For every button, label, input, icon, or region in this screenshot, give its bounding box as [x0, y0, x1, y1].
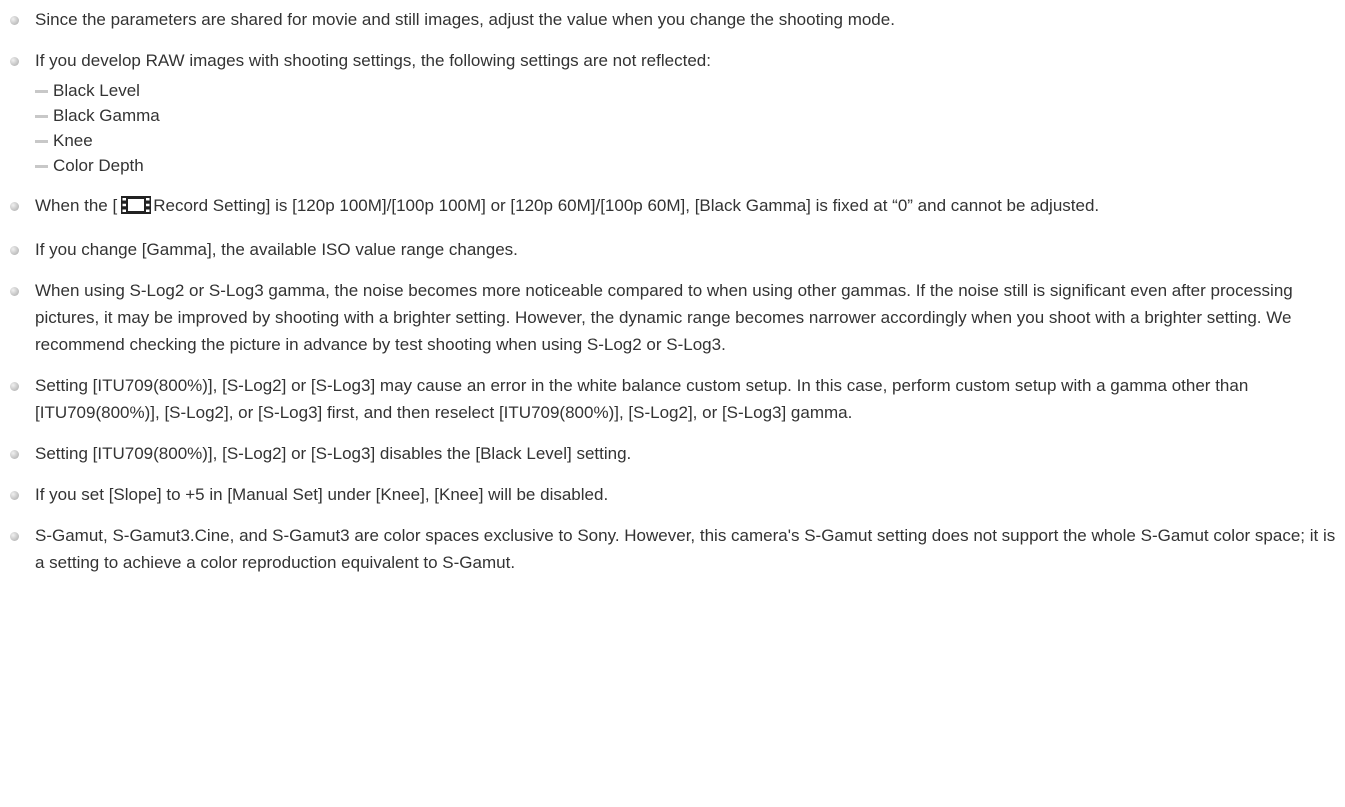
- note-item: Setting [ITU709(800%)], [S-Log2] or [S-L…: [0, 440, 1345, 467]
- sub-item-text: Black Level: [53, 81, 140, 100]
- dash-icon: [35, 115, 48, 118]
- bullet-icon: [10, 491, 19, 500]
- notes-list: Since the parameters are shared for movi…: [0, 6, 1345, 590]
- movie-film-icon: [121, 195, 152, 222]
- sub-item-text: Knee: [53, 131, 93, 150]
- note-text: Setting [ITU709(800%)], [S-Log2] or [S-L…: [35, 376, 1249, 422]
- note-text-end: Record Setting] is [120p 100M]/[100p 100…: [153, 196, 1100, 215]
- bullet-icon: [10, 57, 19, 66]
- sub-list-item: Black Gamma: [35, 103, 1337, 128]
- note-text-start: When the [: [35, 196, 118, 215]
- bullet-icon: [10, 202, 19, 211]
- sub-list-item: Knee: [35, 128, 1337, 153]
- dash-icon: [35, 140, 48, 143]
- note-text: S-Gamut, S-Gamut3.Cine, and S-Gamut3 are…: [35, 526, 1336, 572]
- note-text: Setting [ITU709(800%)], [S-Log2] or [S-L…: [35, 444, 632, 463]
- sub-list-item: Color Depth: [35, 153, 1337, 178]
- bullet-icon: [10, 532, 19, 541]
- note-item: When the [ Record Setting] is [120p 100M]…: [0, 192, 1345, 222]
- note-item: If you set [Slope] to +5 in [Manual Set]…: [0, 481, 1345, 508]
- note-item: If you change [Gamma], the available ISO…: [0, 236, 1345, 263]
- bullet-icon: [10, 16, 19, 25]
- note-text: If you develop RAW images with shooting …: [35, 51, 711, 70]
- sub-list-item: Black Level: [35, 78, 1337, 103]
- unreflected-settings-list: Black Level Black Gamma Knee Color Depth: [35, 78, 1337, 178]
- bullet-icon: [10, 246, 19, 255]
- note-item: S-Gamut, S-Gamut3.Cine, and S-Gamut3 are…: [0, 522, 1345, 576]
- bullet-icon: [10, 287, 19, 296]
- dash-icon: [35, 90, 48, 93]
- note-text: If you change [Gamma], the available ISO…: [35, 240, 518, 259]
- sub-item-text: Color Depth: [53, 156, 144, 175]
- note-text: If you set [Slope] to +5 in [Manual Set]…: [35, 485, 609, 504]
- note-item: If you develop RAW images with shooting …: [0, 47, 1345, 178]
- note-item: When using S-Log2 or S-Log3 gamma, the n…: [0, 277, 1345, 358]
- sub-item-text: Black Gamma: [53, 106, 160, 125]
- note-text: Since the parameters are shared for movi…: [35, 10, 895, 29]
- note-item: Setting [ITU709(800%)], [S-Log2] or [S-L…: [0, 372, 1345, 426]
- dash-icon: [35, 165, 48, 168]
- bullet-icon: [10, 450, 19, 459]
- note-item: Since the parameters are shared for movi…: [0, 6, 1345, 33]
- bullet-icon: [10, 382, 19, 391]
- note-text: When using S-Log2 or S-Log3 gamma, the n…: [35, 281, 1293, 354]
